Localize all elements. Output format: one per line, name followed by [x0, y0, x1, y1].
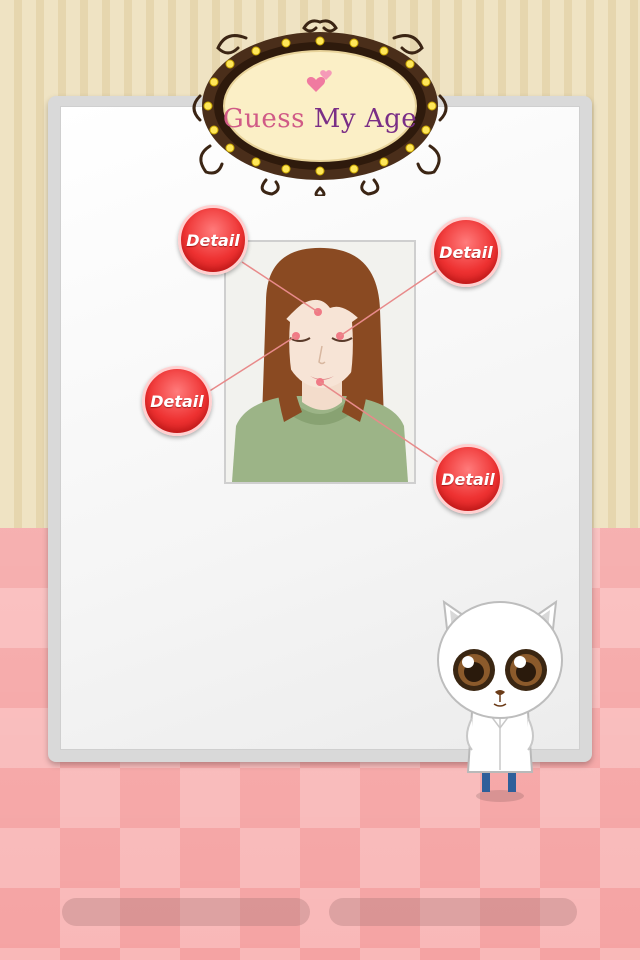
face-photo: [224, 240, 416, 484]
doctor-cat-icon: [437, 599, 563, 802]
detail-button-cheek[interactable]: Detail: [142, 366, 212, 436]
app-title: Guess My Age: [186, 104, 454, 134]
woman-portrait-icon: [226, 242, 414, 482]
detail-button-chin[interactable]: Detail: [433, 444, 503, 514]
bottom-bar-left[interactable]: [62, 898, 310, 926]
detail-button-eye[interactable]: Detail: [431, 217, 501, 287]
mascot-doctor: [430, 588, 570, 808]
title-plaque: Guess My Age: [186, 16, 454, 198]
title-word-my-age: My Age: [313, 104, 418, 134]
title-word-guess: Guess: [222, 104, 305, 134]
bottom-bar-right[interactable]: [329, 898, 577, 926]
detail-button-hair[interactable]: Detail: [178, 205, 248, 275]
